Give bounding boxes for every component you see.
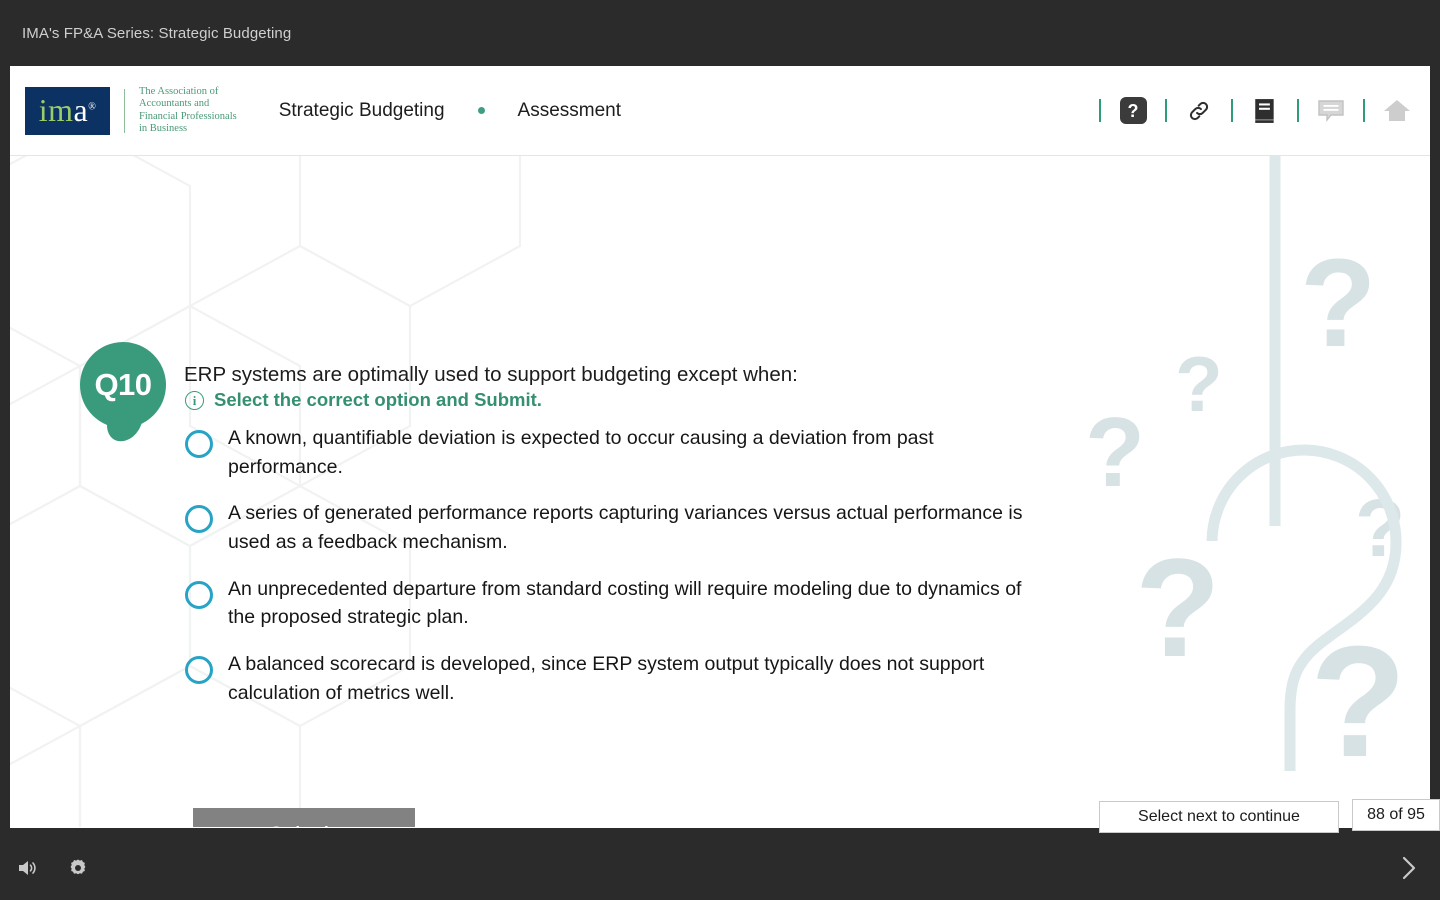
next-chevron-icon	[1402, 856, 1416, 880]
question-stem: ERP systems are optimally used to suppor…	[184, 363, 798, 386]
logo-letter-i: i	[38, 91, 49, 128]
question-number-label: Q10	[94, 367, 152, 402]
logo-registered-mark: ®	[88, 100, 97, 112]
answer-option-2-label: A series of generated performance report…	[228, 502, 1023, 553]
instruction-text: Select the correct option and Submit.	[214, 389, 542, 410]
answer-option-4[interactable]: A balanced scorecard is developed, since…	[185, 650, 1045, 707]
submit-button[interactable]: Submit	[193, 808, 415, 827]
question-number-badge: Q10	[80, 342, 180, 446]
playback-controls	[12, 852, 94, 884]
page-counter: 88 of 95	[1352, 799, 1440, 831]
ima-tagline: The Association of Accountants and Finan…	[139, 86, 237, 135]
answer-option-1[interactable]: A known, quantifiable deviation is expec…	[185, 424, 1045, 481]
toolbar-divider	[1231, 99, 1233, 122]
radio-button-2[interactable]	[185, 505, 213, 534]
slide-header: ima® The Association of Accountants and …	[10, 66, 1430, 156]
ima-wordmark: ima®	[39, 94, 97, 126]
help-icon: ?	[1119, 97, 1147, 124]
resources-link-icon	[1189, 101, 1209, 120]
svg-text:?: ?	[1310, 614, 1407, 790]
answer-option-4-label: A balanced scorecard is developed, since…	[228, 652, 985, 704]
answer-option-3[interactable]: An unprecedented departure from standard…	[185, 575, 1045, 632]
svg-text:?: ?	[1135, 529, 1221, 686]
info-icon: i	[185, 390, 204, 410]
resources-link-button[interactable]	[1184, 96, 1214, 126]
toolbar-divider	[1297, 99, 1299, 122]
tagline-line-2: Accountants and	[139, 98, 210, 110]
svg-text:?: ?	[1355, 483, 1405, 574]
breadcrumb-section: Strategic Budgeting	[278, 99, 445, 121]
radio-button-4[interactable]	[185, 655, 213, 684]
tagline-line-4: in Business	[139, 122, 188, 134]
course-player: IMA's FP&A Series: Strategic Budgeting i…	[0, 0, 1440, 900]
header-toolbar: ?	[1082, 96, 1412, 126]
notes-icon	[1318, 99, 1344, 122]
volume-button[interactable]	[12, 852, 44, 884]
breadcrumb: Strategic Budgeting Assessment	[279, 100, 621, 122]
toolbar-divider	[1363, 99, 1365, 122]
volume-icon	[19, 861, 36, 875]
ima-logo: ima® The Association of Accountants and …	[25, 86, 237, 135]
answer-option-1-label: A known, quantifiable deviation is expec…	[228, 427, 934, 478]
slide-body: ? ? ? ? ? ? Q10 ERP systems are optimall…	[10, 156, 1430, 827]
slide-content-card: ima® The Association of Accountants and …	[10, 66, 1430, 828]
next-tooltip: Select next to continue	[1099, 801, 1339, 833]
course-title: IMA's FP&A Series: Strategic Budgeting	[22, 24, 292, 42]
glossary-book-icon	[1255, 98, 1274, 123]
toolbar-divider	[1165, 99, 1167, 122]
help-button[interactable]: ?	[1118, 96, 1148, 126]
glossary-button[interactable]	[1250, 96, 1280, 126]
player-title-bar: IMA's FP&A Series: Strategic Budgeting	[0, 0, 1440, 66]
radio-button-3[interactable]	[185, 580, 213, 609]
logo-divider	[124, 88, 125, 133]
home-button[interactable]	[1382, 96, 1412, 126]
toolbar-divider	[1099, 99, 1101, 122]
svg-text:?: ?	[1175, 340, 1223, 428]
svg-text:?: ?	[1085, 397, 1145, 507]
tagline-line-3: Financial Professionals	[139, 110, 237, 122]
player-bottom-bar	[0, 836, 1440, 900]
settings-gear-icon	[70, 859, 86, 875]
breadcrumb-page: Assessment	[517, 99, 622, 121]
home-icon	[1384, 99, 1410, 121]
logo-letter-a: a	[73, 91, 89, 128]
logo-letter-m: m	[48, 91, 74, 128]
tagline-line-1: The Association of	[139, 86, 219, 98]
instruction-row: i Select the correct option and Submit.	[185, 389, 542, 411]
answer-options-list: A known, quantifiable deviation is expec…	[185, 424, 1045, 725]
answer-option-2[interactable]: A series of generated performance report…	[185, 499, 1045, 556]
radio-button-1[interactable]	[185, 430, 213, 458]
breadcrumb-separator-dot	[477, 107, 485, 114]
settings-button[interactable]	[62, 852, 94, 884]
next-button[interactable]	[1392, 851, 1426, 885]
svg-text:?: ?	[1300, 234, 1376, 373]
ima-logo-mark: ima®	[25, 86, 110, 135]
answer-option-3-label: An unprecedented departure from standard…	[228, 577, 1022, 629]
notes-button[interactable]	[1316, 96, 1346, 126]
